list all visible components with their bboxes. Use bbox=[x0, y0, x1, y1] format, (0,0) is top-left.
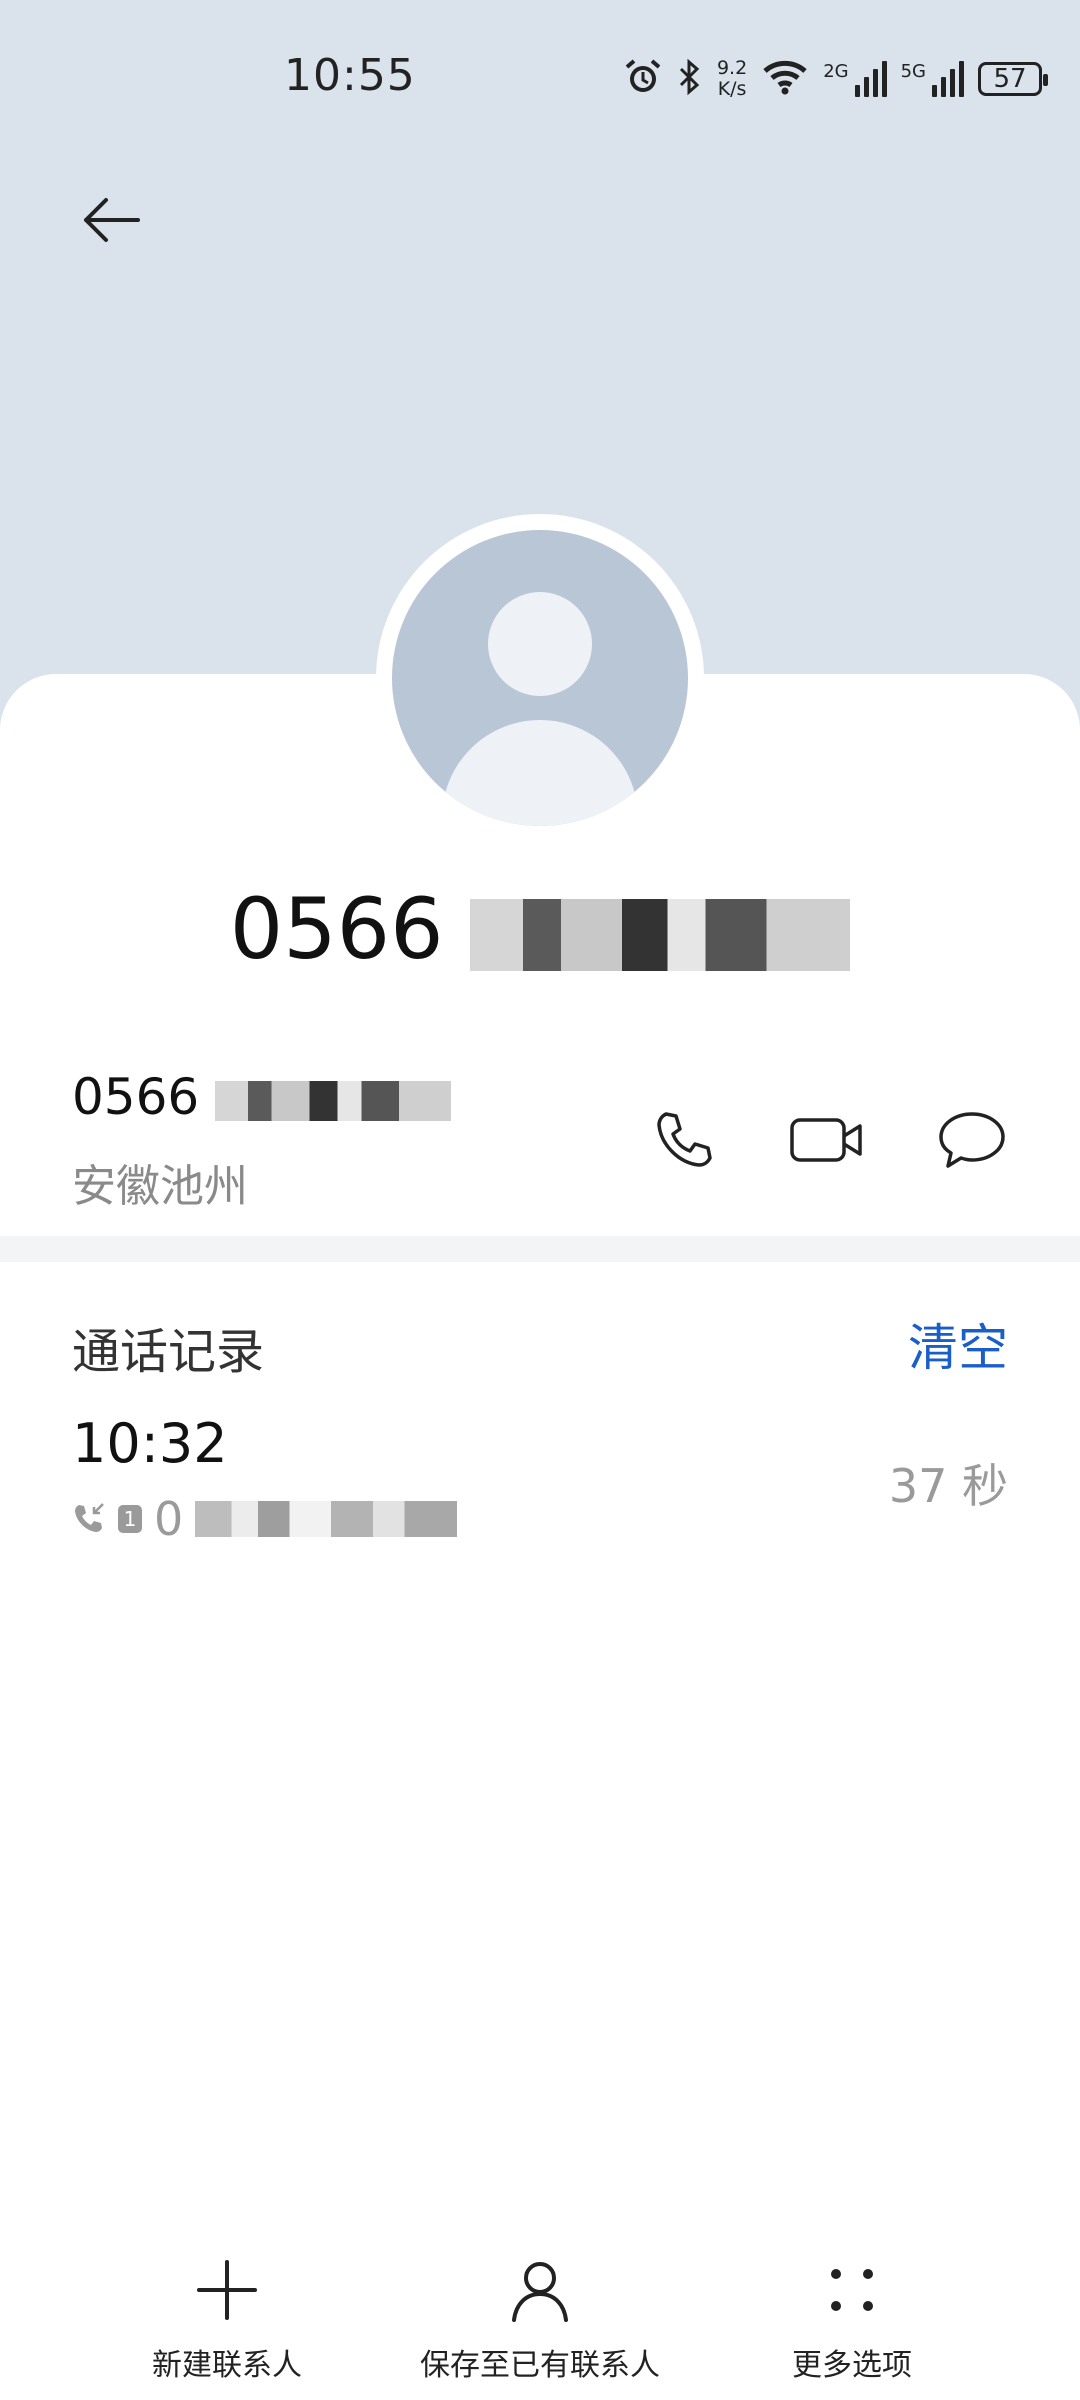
plus-icon bbox=[197, 2260, 257, 2320]
status-bar: 10:55 9.2 K/s 2G 5G 57 bbox=[0, 0, 1080, 160]
avatar[interactable] bbox=[392, 530, 688, 826]
alarm-icon bbox=[623, 57, 663, 101]
section-divider bbox=[0, 1236, 1080, 1262]
clear-button[interactable]: 清空 bbox=[908, 1308, 1008, 1380]
network-speed: 9.2 K/s bbox=[716, 57, 748, 100]
signal-sim2: 5G bbox=[901, 61, 964, 97]
more-options-button[interactable]: 更多选项 bbox=[792, 2250, 912, 2384]
avatar-head bbox=[488, 592, 592, 696]
more-options-label: 更多选项 bbox=[792, 2348, 912, 2383]
bottom-action-bar: 新建联系人 保存至已有联系人 更多选项 bbox=[0, 2250, 1080, 2400]
more-dots-icon bbox=[831, 2269, 873, 2311]
battery-icon: 57 bbox=[978, 62, 1048, 96]
message-icon bbox=[939, 1112, 1005, 1168]
number-location: 安徽池州 bbox=[72, 1161, 248, 1212]
video-call-icon bbox=[790, 1118, 862, 1162]
sim-icon: 1 bbox=[118, 1505, 142, 1533]
title-number-prefix: 0566 bbox=[229, 880, 444, 978]
page-title: 0566 bbox=[0, 880, 1080, 978]
incoming-call-icon bbox=[72, 1492, 106, 1546]
avatar-body bbox=[442, 720, 638, 826]
call-log-number-prefix: 0 bbox=[154, 1492, 184, 1546]
redacted-number bbox=[195, 1501, 458, 1537]
new-contact-label: 新建联系人 bbox=[152, 2348, 302, 2383]
status-icons: 9.2 K/s 2G 5G 57 bbox=[623, 54, 1048, 104]
new-contact-button[interactable]: 新建联系人 bbox=[152, 2250, 302, 2384]
person-icon bbox=[512, 2262, 568, 2322]
call-log-title: 通话记录 bbox=[72, 1324, 265, 1380]
call-log-time: 10:32 bbox=[72, 1412, 228, 1475]
bluetooth-icon bbox=[677, 57, 703, 101]
save-to-existing-contact-label: 保存至已有联系人 bbox=[420, 2348, 660, 2383]
video-call-button[interactable] bbox=[788, 1100, 868, 1180]
call-button[interactable] bbox=[644, 1100, 724, 1180]
call-duration: 37 秒 bbox=[888, 1459, 1008, 1513]
back-button[interactable] bbox=[60, 170, 160, 270]
redacted-number bbox=[215, 1080, 452, 1121]
redacted-number bbox=[470, 899, 851, 972]
status-time: 10:55 bbox=[284, 50, 416, 101]
message-button[interactable] bbox=[932, 1100, 1012, 1180]
save-to-existing-contact-button[interactable]: 保存至已有联系人 bbox=[420, 2250, 660, 2384]
back-arrow-icon bbox=[84, 198, 140, 242]
wifi-icon bbox=[761, 57, 809, 101]
call-log-meta: 1 0 bbox=[72, 1492, 458, 1546]
phone-number[interactable]: 0566 bbox=[72, 1068, 452, 1126]
signal-sim1: 2G bbox=[823, 61, 887, 97]
phone-icon bbox=[657, 1112, 712, 1167]
